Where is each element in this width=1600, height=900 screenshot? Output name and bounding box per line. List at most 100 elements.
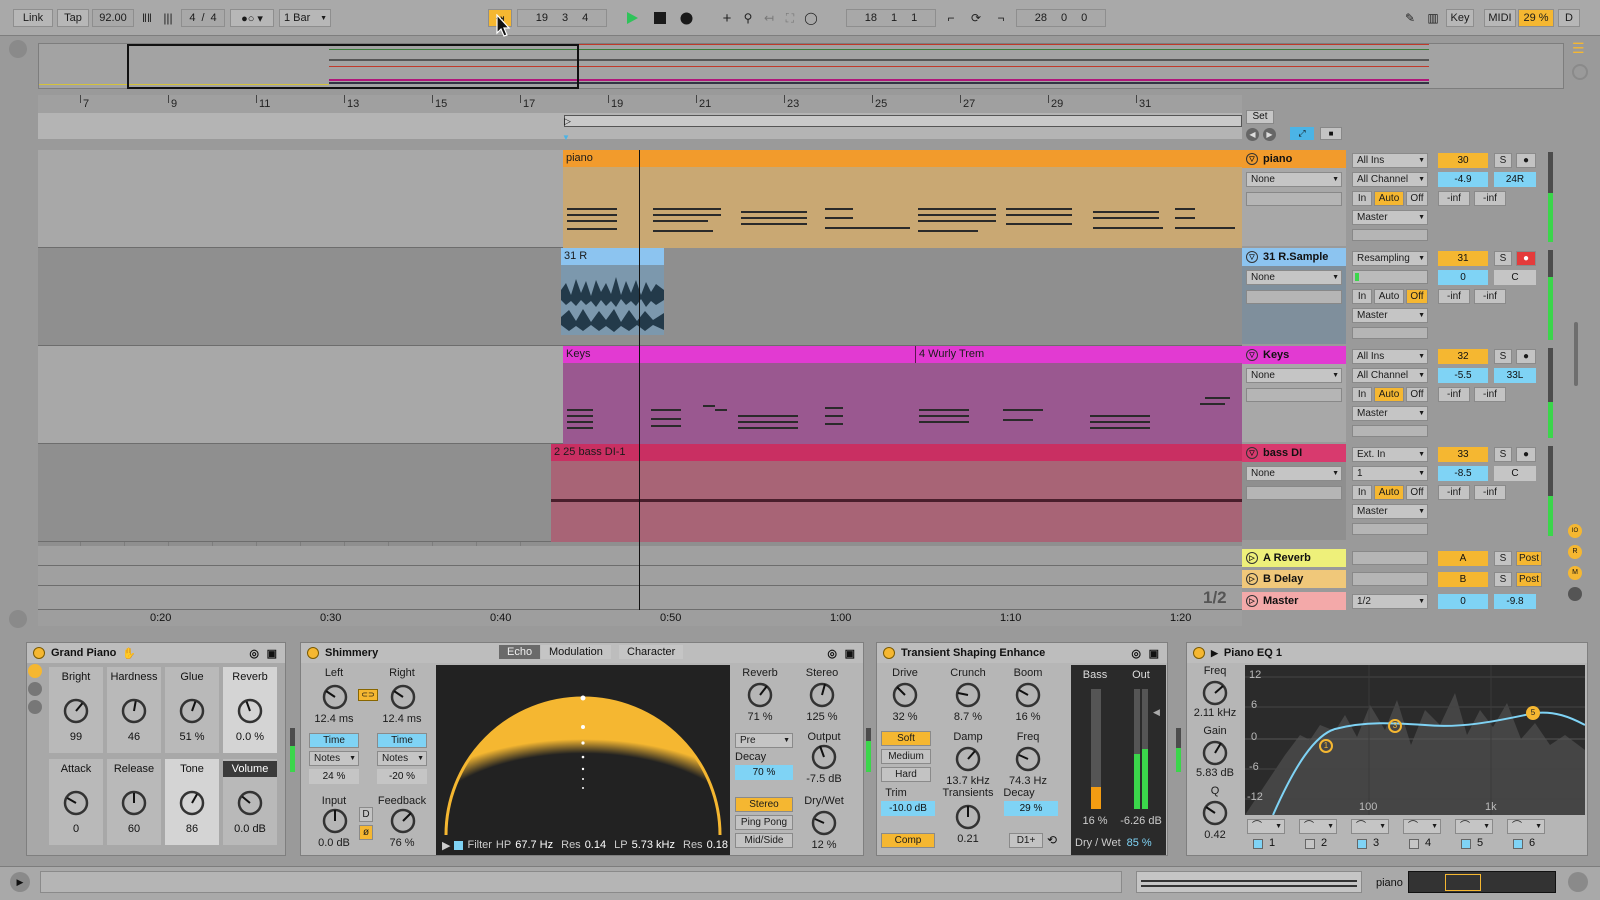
return-post-button[interactable]: Post xyxy=(1516,551,1542,566)
macro-reverb[interactable]: Reverb 0.0 % xyxy=(223,667,277,753)
band-toggle[interactable] xyxy=(1357,839,1367,849)
loop-brace[interactable] xyxy=(564,115,1242,127)
right-knob[interactable] xyxy=(389,683,417,711)
eq-q-knob[interactable] xyxy=(1201,799,1229,827)
d-button[interactable]: D xyxy=(359,807,373,822)
track-name-area[interactable]: ▽ piano None xyxy=(1242,150,1346,246)
power-icon[interactable] xyxy=(1193,647,1205,659)
computer-keyboard-icon[interactable]: ▥ xyxy=(1423,9,1443,27)
peak-left[interactable]: -inf xyxy=(1438,387,1470,402)
rack-list-icon[interactable] xyxy=(28,682,42,696)
track-number-button[interactable]: 32 xyxy=(1438,349,1488,364)
output-select[interactable]: Master xyxy=(1352,406,1428,421)
key-map-button[interactable]: Key xyxy=(1446,9,1474,27)
master-volume[interactable]: -9.8 xyxy=(1494,594,1536,609)
volume-field[interactable]: -4.9 xyxy=(1438,172,1488,187)
input-type-select[interactable]: All Ins xyxy=(1352,153,1428,168)
macro-tone[interactable]: Tone 86 xyxy=(165,759,219,845)
eq-band-2[interactable]: ⌒2 xyxy=(1297,819,1345,855)
lane-bass[interactable]: 2 25 bass DI-1 xyxy=(38,444,1242,542)
track-title-bar[interactable]: ▽ piano xyxy=(1242,150,1346,168)
loop-brace-bar[interactable]: ▷ ▼ xyxy=(38,113,1242,142)
fold-icon[interactable]: ▽ xyxy=(1246,349,1258,361)
input-type-select[interactable]: Resampling xyxy=(1352,251,1428,266)
input-channel-select[interactable]: 1 xyxy=(1352,466,1428,481)
record-options-icon[interactable] xyxy=(1572,64,1588,80)
freq-knob[interactable] xyxy=(1014,745,1042,773)
macro-map-icon[interactable]: ◎ xyxy=(1131,647,1141,660)
input-type-select[interactable]: All Ins xyxy=(1352,349,1428,364)
monitor-in-button[interactable]: In xyxy=(1352,387,1372,402)
eq-titlebar[interactable]: ▶ Piano EQ 1 xyxy=(1187,643,1587,663)
nudge-up-icon[interactable]: ||| xyxy=(158,9,178,27)
track-name-area[interactable]: ▽ Keys None xyxy=(1242,346,1346,442)
peak-right[interactable]: -inf xyxy=(1474,485,1506,500)
volume-field[interactable]: 0 xyxy=(1438,270,1488,285)
arm-icon[interactable]: ● xyxy=(1516,349,1536,364)
pan-field[interactable]: 24R xyxy=(1494,172,1536,187)
drive-knob[interactable] xyxy=(891,681,919,709)
transients-knob[interactable] xyxy=(954,803,982,831)
stereo-knob[interactable] xyxy=(808,681,836,709)
return-io-box[interactable] xyxy=(1352,572,1428,586)
eq-point-3[interactable]: 3 xyxy=(1388,719,1402,733)
return-title-bar[interactable]: ▷ B Delay xyxy=(1242,570,1346,588)
macro-knob[interactable] xyxy=(120,697,148,725)
track-name-area[interactable]: ▽ 31 R.Sample None xyxy=(1242,248,1346,344)
track-monitor-select[interactable]: None xyxy=(1246,270,1342,285)
reset-icon[interactable]: ⟲ xyxy=(1047,833,1057,847)
beat-ruler[interactable]: 7 9 11 13 15 17 19 21 23 25 27 29 31 xyxy=(38,95,1242,113)
eq-gain-knob[interactable] xyxy=(1201,739,1229,767)
lp-value[interactable]: 5.73 kHz xyxy=(632,839,675,851)
peak-right[interactable]: -inf xyxy=(1474,289,1506,304)
macro-attack[interactable]: Attack 0 xyxy=(49,759,103,845)
save-preset-icon[interactable]: ▣ xyxy=(267,647,277,660)
session-record-icon[interactable]: ◯ xyxy=(801,9,821,27)
lane-sample[interactable]: 31 R xyxy=(38,248,1242,346)
solo-button[interactable]: S xyxy=(1494,251,1512,266)
band-filter-type-select[interactable]: ⌒ xyxy=(1507,819,1545,834)
macro-knob[interactable] xyxy=(62,789,90,817)
peak-left[interactable]: -inf xyxy=(1438,289,1470,304)
return-solo-button[interactable]: S xyxy=(1494,572,1512,587)
track-monitor-select[interactable]: None xyxy=(1246,466,1342,481)
track-number-button[interactable]: 30 xyxy=(1438,153,1488,168)
nudge-down-icon[interactable]: ‖‖ xyxy=(137,9,157,27)
crunch-knob[interactable] xyxy=(954,681,982,709)
clip-bass-header[interactable]: 2 25 bass DI-1 xyxy=(551,444,1242,461)
band-toggle[interactable] xyxy=(1513,839,1523,849)
medium-button[interactable]: Medium xyxy=(881,749,931,764)
fold-icon[interactable]: ▽ xyxy=(1246,251,1258,263)
echo-display[interactable]: ▶ Filter HP 67.7 Hz Res 0.14 LP 5.73 kHz… xyxy=(436,665,730,855)
punch-out-icon[interactable]: ¬ xyxy=(991,9,1011,27)
macro-knob[interactable] xyxy=(120,789,148,817)
clip-overview-thumb[interactable] xyxy=(1136,871,1362,893)
loop-length[interactable]: 28 0 0 xyxy=(1016,9,1106,27)
decay-value[interactable]: 70 % xyxy=(735,765,793,780)
drywet-knob[interactable] xyxy=(810,809,838,837)
automation-mode-icon[interactable]: ⤢ xyxy=(1290,127,1314,140)
soft-button[interactable]: Soft xyxy=(881,731,931,746)
record-icon[interactable] xyxy=(676,9,696,27)
monitor-auto-button[interactable]: Auto xyxy=(1374,289,1404,304)
output-select[interactable]: Master xyxy=(1352,504,1428,519)
band-filter-type-select[interactable]: ⌒ xyxy=(1403,819,1441,834)
punch-in-icon[interactable]: ⌐ xyxy=(941,9,961,27)
prev-locator-icon[interactable]: ◀ xyxy=(1246,128,1259,141)
track-number-button[interactable]: 31 xyxy=(1438,251,1488,266)
arm-icon[interactable]: ● xyxy=(1516,447,1536,462)
macro-bright[interactable]: Bright 99 xyxy=(49,667,103,753)
band-toggle[interactable] xyxy=(1253,839,1263,849)
d1-button[interactable]: D1+ xyxy=(1009,833,1043,848)
return-post-button[interactable]: Post xyxy=(1516,572,1542,587)
track-chooser-box[interactable] xyxy=(1246,486,1342,500)
monitor-in-button[interactable]: In xyxy=(1352,289,1372,304)
track-monitor-select[interactable]: None xyxy=(1246,172,1342,187)
clip-bass-waveform[interactable] xyxy=(551,461,1242,542)
clip-sample-waveform[interactable] xyxy=(561,265,664,335)
fold-icon[interactable]: ▷ xyxy=(1246,552,1258,564)
return-title-bar[interactable]: ▷ A Reverb xyxy=(1242,549,1346,567)
filter-play-icon[interactable]: ▶ xyxy=(442,839,450,852)
master-number[interactable]: 0 xyxy=(1438,594,1488,609)
volume-field[interactable]: -8.5 xyxy=(1438,466,1488,481)
